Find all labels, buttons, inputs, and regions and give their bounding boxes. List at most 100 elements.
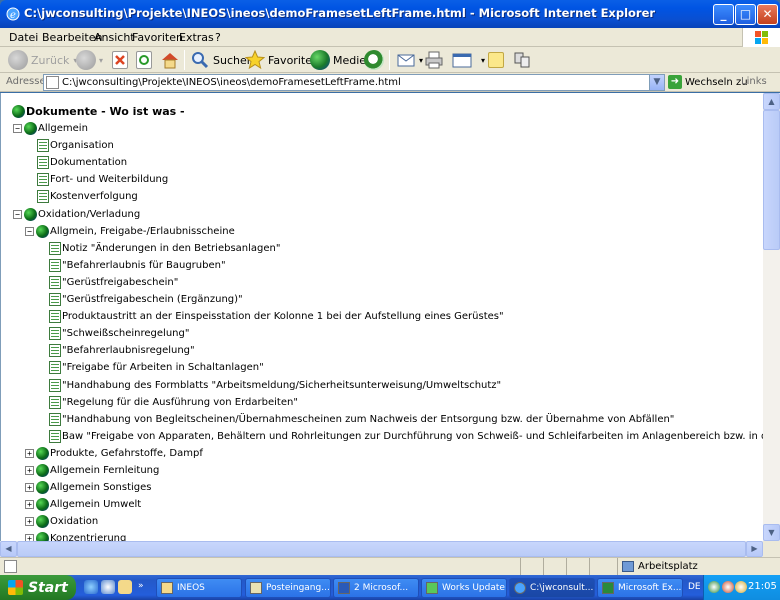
- tray-volume-icon[interactable]: [735, 581, 747, 593]
- address-dropdown-icon[interactable]: ▼: [649, 75, 664, 90]
- tree-document[interactable]: Notiz "Änderungen in den Betriebsanlagen…: [49, 240, 280, 257]
- star-icon: [244, 49, 266, 70]
- tray-network-icon[interactable]: [708, 581, 720, 593]
- globe-icon: [36, 481, 49, 495]
- tree-folder[interactable]: − Allgmein, Freigabe-/Erlaubnisscheine: [25, 223, 235, 240]
- tree-document[interactable]: "Befahrerlaubnis für Baugruben": [49, 257, 226, 274]
- tree-document[interactable]: Dokumentation: [37, 154, 127, 171]
- menu-help[interactable]: ?: [215, 31, 221, 44]
- messenger-button[interactable]: [512, 49, 535, 71]
- tree-document[interactable]: Kostenverfolgung: [37, 188, 138, 205]
- outlook-quicklaunch-icon[interactable]: [101, 580, 115, 594]
- tree-folder[interactable]: + Allgemein Sonstiges: [25, 479, 152, 496]
- ie-quicklaunch-icon[interactable]: [84, 580, 98, 594]
- menu-ansicht[interactable]: Ansicht: [94, 31, 135, 44]
- go-button[interactable]: ➜ Wechseln zu: [668, 75, 748, 89]
- tray-security-icon[interactable]: [722, 581, 734, 593]
- print-button[interactable]: [424, 49, 447, 71]
- expand-icon[interactable]: +: [25, 534, 34, 541]
- tree-folder[interactable]: − Oxidation/Verladung: [13, 206, 140, 223]
- scroll-right-icon[interactable]: ▶: [746, 541, 763, 557]
- language-indicator[interactable]: DE: [688, 582, 701, 592]
- task-ie-active[interactable]: C:\jwconsult...: [509, 578, 595, 598]
- tree-document[interactable]: Fort- und Weiterbildung: [37, 171, 168, 188]
- task-ineos[interactable]: INEOS: [156, 578, 242, 598]
- history-button[interactable]: [364, 49, 387, 71]
- minimize-button[interactable]: _: [713, 4, 734, 25]
- forward-button[interactable]: ▾: [76, 49, 103, 71]
- tree-document[interactable]: Produktaustritt an der Einspeisstation d…: [49, 308, 504, 325]
- vertical-scrollbar[interactable]: ▲ ▼: [763, 93, 780, 541]
- globe-icon: [12, 105, 25, 118]
- tree-folder[interactable]: + Konzentrierung: [25, 530, 126, 541]
- tree-document[interactable]: "Freigabe für Arbeiten in Schaltanlagen": [49, 359, 264, 376]
- home-button[interactable]: [160, 49, 183, 71]
- tree-document[interactable]: "Befahrerlaubnisregelung": [49, 342, 195, 359]
- system-tray: 21:05: [703, 575, 780, 600]
- address-input[interactable]: C:\jwconsulting\Projekte\INEOS\ineos\dem…: [43, 74, 665, 91]
- tree-item-label: Kostenverfolgung: [50, 191, 138, 203]
- tree-document[interactable]: "Gerüstfreigabeschein": [49, 274, 178, 291]
- tree-folder[interactable]: − Allgemein: [13, 120, 88, 137]
- favorites-button[interactable]: Favoriten: [244, 49, 319, 71]
- document-icon: [49, 241, 61, 255]
- document-icon: [49, 395, 61, 409]
- menu-extras[interactable]: Extras: [179, 31, 214, 44]
- horizontal-scrollbar[interactable]: ◀ ▶: [0, 541, 763, 557]
- explorer-quicklaunch-icon[interactable]: [118, 580, 132, 594]
- maximize-button[interactable]: □: [735, 4, 756, 25]
- expand-icon[interactable]: +: [25, 448, 34, 458]
- expand-icon[interactable]: +: [25, 483, 34, 493]
- tree-folder[interactable]: + Allgemein Umwelt: [25, 496, 141, 513]
- tree-document[interactable]: "Handhabung des Formblatts "Arbeitsmeldu…: [49, 377, 501, 394]
- collapse-icon[interactable]: −: [25, 226, 34, 236]
- tree-document[interactable]: "Schweißscheinregelung": [49, 325, 189, 342]
- document-icon: [49, 344, 61, 358]
- go-label: Wechseln zu: [685, 76, 748, 88]
- scroll-up-icon[interactable]: ▲: [763, 93, 780, 110]
- tree-item-label: "Handhabung des Formblatts "Arbeitsmeldu…: [62, 379, 502, 391]
- menu-favoriten[interactable]: Favoriten: [132, 31, 183, 44]
- scroll-down-icon[interactable]: ▼: [763, 524, 780, 541]
- back-button[interactable]: Zurück ▾: [8, 49, 77, 71]
- tree-document[interactable]: Organisation: [37, 137, 114, 154]
- tree-document[interactable]: "Regelung für die Ausführung von Erdarbe…: [49, 394, 298, 411]
- title-bar[interactable]: e C:\jwconsulting\Projekte\INEOS\ineos\d…: [0, 0, 780, 28]
- tree-document[interactable]: "Handhabung von Begleitscheinen/Übernahm…: [49, 411, 674, 428]
- stop-button[interactable]: [112, 49, 131, 71]
- vertical-scroll-thumb[interactable]: [763, 110, 780, 250]
- window-title: C:\jwconsulting\Projekte\INEOS\ineos\dem…: [24, 6, 656, 20]
- status-divider: [520, 558, 521, 575]
- collapse-icon[interactable]: −: [13, 124, 22, 133]
- address-label: Adresse: [6, 76, 46, 87]
- tree-folder[interactable]: + Produkte, Gefahrstoffe, Dampf: [25, 445, 203, 462]
- edit-icon: [452, 50, 472, 70]
- task-works-update[interactable]: Works Update: [421, 578, 507, 598]
- expand-icon[interactable]: +: [25, 517, 34, 527]
- task-excel[interactable]: Microsoft Ex...: [597, 578, 683, 598]
- horizontal-scroll-thumb[interactable]: [17, 541, 746, 557]
- tree-item-label: Allgemein Fernleitung: [50, 465, 160, 476]
- tree-folder[interactable]: + Oxidation: [25, 513, 98, 530]
- tree-document[interactable]: "Gerüstfreigabeschein (Ergänzung)": [49, 291, 243, 308]
- menu-datei[interactable]: Datei: [9, 31, 38, 44]
- tree-root[interactable]: Dokumente - Wo ist was -: [12, 103, 185, 120]
- document-icon: [49, 361, 61, 375]
- collapse-icon[interactable]: −: [13, 209, 22, 219]
- expand-icon[interactable]: +: [25, 466, 34, 475]
- task-word[interactable]: 2 Microsof...: [333, 578, 419, 598]
- tree-folder[interactable]: + Allgemein Fernleitung: [25, 462, 159, 479]
- refresh-button[interactable]: [136, 49, 155, 71]
- links-button[interactable]: Links: [741, 76, 767, 87]
- mail-button[interactable]: ▾: [396, 49, 423, 71]
- quicklaunch-chevron-icon[interactable]: »: [138, 581, 144, 591]
- expand-icon[interactable]: +: [25, 500, 34, 510]
- edit-button[interactable]: ▾: [452, 49, 485, 71]
- scroll-left-icon[interactable]: ◀: [0, 541, 17, 557]
- tree-document[interactable]: Baw "Freigabe von Apparaten, Behältern u…: [49, 428, 763, 445]
- close-button[interactable]: ✕: [757, 4, 778, 25]
- start-button[interactable]: Start: [0, 575, 76, 600]
- task-label: INEOS: [177, 583, 205, 593]
- task-posteingang[interactable]: Posteingang...: [245, 578, 331, 598]
- discuss-button[interactable]: [488, 49, 507, 71]
